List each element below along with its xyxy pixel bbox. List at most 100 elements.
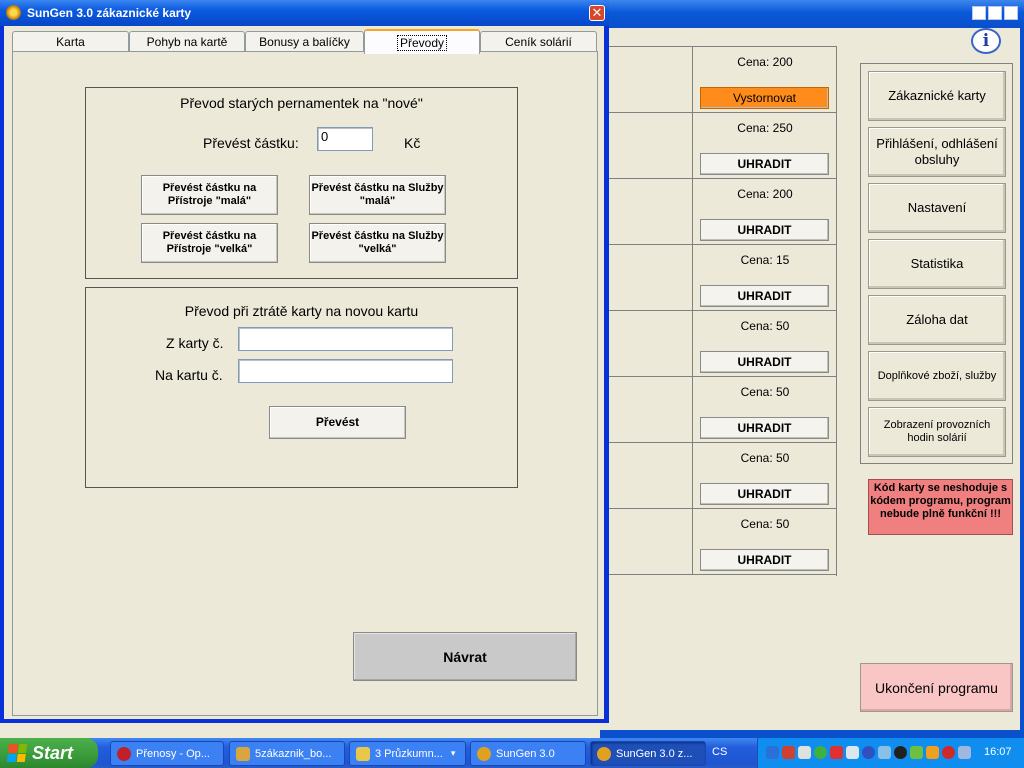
dialog-client: Karta Pohyb na kartě Bonusy a balíčky Př… [4, 26, 604, 719]
convert-button[interactable]: Převést [269, 406, 406, 439]
amount-input[interactable]: 0 [317, 127, 373, 151]
price-label: Cena: 50 [740, 319, 790, 333]
tab-label: Karta [56, 35, 85, 49]
price-label: Cena: 200 [737, 55, 793, 69]
tab-bonuses[interactable]: Bonusy a balíčky [245, 31, 364, 52]
price-cell: Cena: 200 UHRADIT [692, 179, 836, 244]
transfer-devices-large-button[interactable]: Převést částku na Přístroje "velká" [141, 223, 278, 263]
to-card-input[interactable] [238, 359, 453, 383]
price-label: Cena: 200 [737, 187, 793, 201]
bluetooth-icon[interactable] [862, 746, 875, 759]
close-icon[interactable]: ✕ [589, 5, 605, 21]
power-icon[interactable] [894, 746, 907, 759]
start-button[interactable]: Start [0, 738, 98, 768]
tab-page-transfers: Převod starých pernamentek na "nové" Pře… [12, 51, 598, 716]
taskbar-item[interactable]: SunGen 3.0 [470, 741, 586, 766]
extra-goods-button[interactable]: Doplňkové zboží, služby [868, 351, 1006, 401]
currency-label: Kč [404, 135, 421, 151]
app-icon [477, 746, 491, 761]
taskbar-item-label: SunGen 3.0 z... [616, 747, 693, 760]
security-icon[interactable] [830, 746, 843, 759]
price-cell: Cena: 50 UHRADIT [692, 377, 836, 442]
display-icon[interactable] [798, 746, 811, 759]
to-card-label: Na kartu č. [155, 367, 223, 383]
group-title: Převod starých pernamentek na "nové" [180, 95, 423, 111]
price-label: Cena: 250 [737, 121, 793, 135]
windows-logo-icon [6, 744, 28, 762]
transfer-services-large-button[interactable]: Převést částku na Služby "velká" [309, 223, 446, 263]
tab-label: Bonusy a balíčky [259, 35, 350, 49]
back-button[interactable]: Návrat [353, 632, 577, 681]
tab-card[interactable]: Karta [12, 31, 129, 52]
opening-hours-button[interactable]: Zobrazení provozních hodin solárií [868, 407, 1006, 457]
network-icon[interactable] [766, 746, 779, 759]
sound-icon[interactable] [782, 746, 795, 759]
app-icon [6, 5, 21, 20]
taskbar-item[interactable]: Přenosy - Op... [110, 741, 224, 766]
login-logout-button[interactable]: Přihlášení, odhlášení obsluhy [868, 127, 1006, 177]
customer-cards-dialog: SunGen 3.0 zákaznické karty ✕ Karta Pohy… [0, 0, 609, 723]
minimize-icon[interactable] [972, 6, 986, 20]
tab-card-history[interactable]: Pohyb na kartě [129, 31, 245, 52]
messenger-icon[interactable] [910, 746, 923, 759]
price-cell: Cena: 200 Vystornovat [692, 47, 836, 112]
pay-button[interactable]: UHRADIT [700, 549, 829, 571]
start-label: Start [32, 742, 74, 763]
info-icon[interactable]: i [971, 28, 1001, 54]
dialog-titlebar[interactable]: SunGen 3.0 zákaznické karty ✕ [0, 0, 609, 26]
transfer-devices-small-button[interactable]: Převést částku na Přístroje "malá" [141, 175, 278, 215]
pay-button[interactable]: UHRADIT [700, 351, 829, 373]
price-label: Cena: 50 [740, 385, 790, 399]
price-label: Cena: 50 [740, 451, 790, 465]
backup-button[interactable]: Záloha dat [868, 295, 1006, 345]
pay-button[interactable]: UHRADIT [700, 285, 829, 307]
antivirus-icon[interactable] [814, 746, 827, 759]
usb-icon[interactable] [878, 746, 891, 759]
price-row: Cena: 200 UHRADIT [600, 179, 836, 245]
window-frame [1020, 28, 1024, 730]
price-row: Cena: 50 UHRADIT [600, 509, 836, 575]
taskbar-item[interactable]: 5zákaznik_bo... [229, 741, 345, 766]
price-cell: Cena: 15 UHRADIT [692, 245, 836, 310]
volume-icon[interactable] [958, 746, 971, 759]
tab-transfers[interactable]: Převody [364, 29, 480, 54]
media-icon[interactable] [942, 746, 955, 759]
old-pass-transfer-group: Převod starých pernamentek na "nové" Pře… [85, 87, 518, 279]
tab-solarium-prices[interactable]: Ceník solárií [480, 31, 597, 52]
from-card-input[interactable] [238, 327, 453, 351]
app-icon [597, 746, 611, 761]
tab-label: Pohyb na kartě [146, 35, 228, 49]
pay-button[interactable]: UHRADIT [700, 483, 829, 505]
pay-button[interactable]: UHRADIT [700, 417, 829, 439]
pay-button[interactable]: UHRADIT [700, 219, 829, 241]
settings-button[interactable]: Nastavení [868, 183, 1006, 233]
taskbar-item[interactable]: 3 Průzkumn... ▾ [349, 741, 466, 766]
language-indicator[interactable]: CS [712, 746, 727, 758]
document-icon [236, 746, 250, 761]
group-title: Převod při ztrátě karty na novou kartu [184, 303, 419, 319]
statistics-button[interactable]: Statistika [868, 239, 1006, 289]
main-menu-panel: Zákaznické karty Přihlášení, odhlášení o… [860, 63, 1013, 464]
monitor-icon[interactable] [846, 746, 859, 759]
from-card-label: Z karty č. [166, 335, 224, 351]
price-grid: Cena: 200 Vystornovat Cena: 250 UHRADIT … [600, 46, 837, 576]
taskbar-item-label: 3 Průzkumn... [375, 747, 443, 760]
price-row: Cena: 200 Vystornovat [600, 47, 836, 113]
cancel-button[interactable]: Vystornovat [700, 87, 829, 109]
system-tray: 16:07 [757, 738, 1024, 768]
maximize-icon[interactable] [988, 6, 1002, 20]
pay-button[interactable]: UHRADIT [700, 153, 829, 175]
update-icon[interactable] [926, 746, 939, 759]
tab-label: Ceník solárií [505, 35, 572, 49]
customer-cards-button[interactable]: Zákaznické karty [868, 71, 1006, 121]
price-row: Cena: 50 UHRADIT [600, 311, 836, 377]
price-row: Cena: 50 UHRADIT [600, 443, 836, 509]
folder-icon [356, 746, 370, 761]
opera-icon [117, 746, 131, 761]
transfer-services-small-button[interactable]: Převést částku na Služby "malá" [309, 175, 446, 215]
taskbar: Start Přenosy - Op... 5zákaznik_bo... 3 … [0, 738, 1024, 768]
exit-program-button[interactable]: Ukončení programu [860, 663, 1013, 712]
close-icon[interactable] [1004, 6, 1018, 20]
clock: 16:07 [984, 746, 1012, 758]
taskbar-item-active[interactable]: SunGen 3.0 z... [590, 741, 706, 766]
